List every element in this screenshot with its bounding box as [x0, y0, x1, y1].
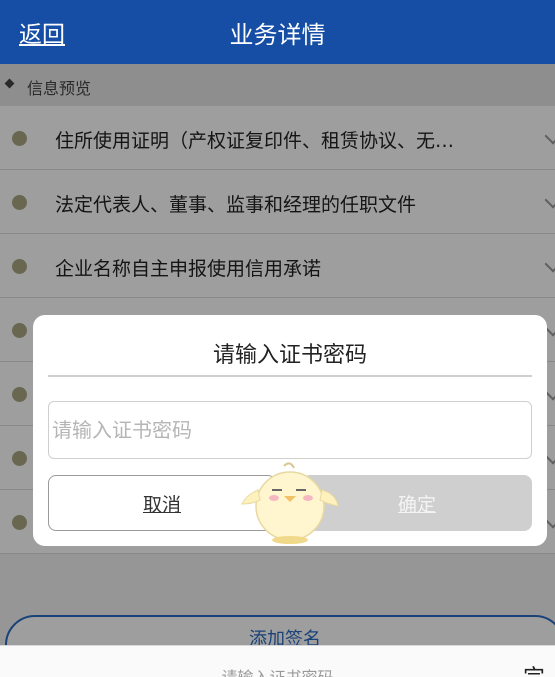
certificate-password-input[interactable]: [48, 401, 532, 459]
page-title: 业务详情: [229, 21, 326, 49]
dialog-divider: [48, 375, 532, 377]
keyboard-hint: 请输入证书密码: [0, 664, 555, 677]
chick-mascot-icon: [241, 462, 339, 544]
keyboard-done-button[interactable]: 完: [523, 660, 545, 677]
dialog-title: 请输入证书密码: [212, 343, 367, 368]
keyboard-accessory-bar: 请输入证书密码 完: [0, 645, 555, 677]
app-header: 返回 业务详情: [0, 0, 555, 64]
